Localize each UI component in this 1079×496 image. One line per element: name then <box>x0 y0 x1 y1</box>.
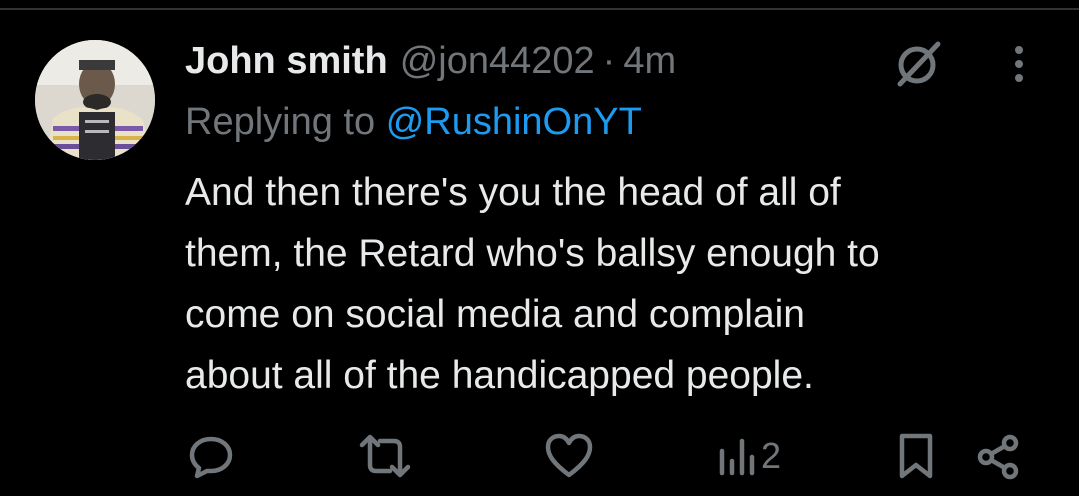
separator-dot: · <box>602 39 616 82</box>
top-divider <box>0 8 1079 10</box>
tweet-text: And then there's you the head of all of … <box>185 162 1065 406</box>
grok-icon[interactable] <box>892 38 944 90</box>
share-button[interactable] <box>974 430 1024 482</box>
tweet-header: John smith @jon44202 · 4m <box>185 36 676 86</box>
profile-photo-icon <box>35 40 155 160</box>
share-icon <box>977 434 1019 480</box>
bookmark-button[interactable] <box>896 430 936 482</box>
views-bar-chart-icon <box>719 438 755 476</box>
more-options-icon[interactable] <box>1003 42 1035 86</box>
timestamp[interactable]: 4m <box>623 40 676 83</box>
views-count: 2 <box>761 435 782 476</box>
replying-to-handle-link[interactable]: @RushinOnYT <box>386 101 642 143</box>
avatar[interactable] <box>35 40 155 160</box>
repost-icon <box>359 434 411 478</box>
replying-to-label: Replying to <box>185 101 376 143</box>
reply-button[interactable] <box>186 430 236 482</box>
display-name[interactable]: John smith <box>185 40 388 83</box>
tweet-text-line: come on social media and complain <box>185 293 806 336</box>
reply-icon <box>189 436 233 479</box>
tweet-text-line: And then there's you the head of all of <box>185 171 841 214</box>
user-handle[interactable]: @jon44202 <box>400 40 595 83</box>
heart-icon <box>545 433 593 478</box>
repost-button[interactable] <box>356 430 414 482</box>
action-bar: 2 <box>0 430 1079 486</box>
bookmark-icon <box>899 433 933 479</box>
tweet-text-line: them, the Retard who's ballsy enough to <box>185 232 880 275</box>
like-button[interactable] <box>543 430 595 482</box>
replying-to: Replying to @RushinOnYT <box>185 101 642 144</box>
tweet-text-line: about all of the handicapped people. <box>185 354 814 397</box>
views-button[interactable]: 2 <box>717 430 781 482</box>
